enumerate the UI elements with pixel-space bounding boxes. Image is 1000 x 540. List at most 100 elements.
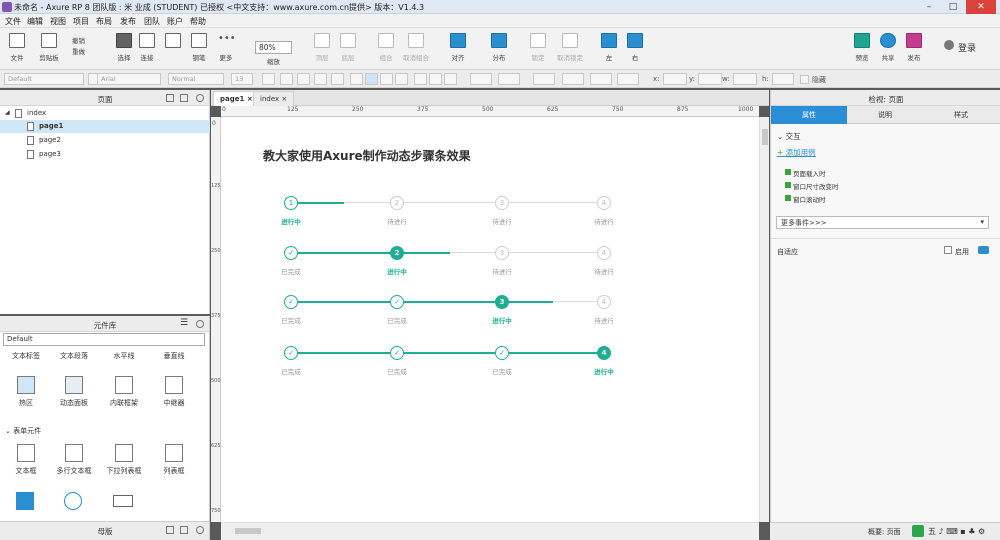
line-width-icon[interactable] bbox=[562, 73, 584, 85]
vertical-scrollbar[interactable] bbox=[759, 117, 769, 522]
design-canvas[interactable]: 教大家使用Axure制作动态步骤条效果 1 进行中 2 待进行 3 待进行 4 待进行 ✓ 已完成… bbox=[221, 117, 759, 522]
adaptive-views-icon[interactable] bbox=[978, 246, 989, 254]
italic-icon[interactable] bbox=[297, 73, 310, 85]
distribute-button[interactable]: 分布 bbox=[482, 31, 516, 67]
clipboard-button[interactable]: 剪贴板 bbox=[32, 31, 66, 67]
underline-icon[interactable] bbox=[314, 73, 327, 85]
shadow-icon[interactable] bbox=[498, 73, 520, 85]
add-case-link[interactable]: + 添加用例 bbox=[777, 147, 816, 158]
fill-color-icon[interactable] bbox=[470, 73, 492, 85]
w-input[interactable] bbox=[733, 73, 757, 85]
step-circle[interactable]: 3 bbox=[495, 246, 509, 260]
font-size-select[interactable]: 13 bbox=[231, 73, 253, 85]
step-circle[interactable]: 4 bbox=[597, 346, 611, 360]
page-tree-item-page2[interactable]: page2 bbox=[0, 134, 210, 147]
interaction-section-header[interactable]: ⌄ 交互 bbox=[777, 131, 801, 142]
zoom-select[interactable]: 80% bbox=[255, 41, 292, 54]
maximize-button[interactable]: □ bbox=[942, 0, 964, 14]
tab-properties[interactable]: 属性 bbox=[771, 106, 847, 124]
submit-button-widget-icon[interactable] bbox=[113, 495, 133, 507]
step-circle[interactable]: ✓ bbox=[284, 346, 298, 360]
x-input[interactable] bbox=[663, 73, 687, 85]
tab-index[interactable]: index × bbox=[253, 91, 295, 106]
search-icon[interactable] bbox=[196, 320, 204, 328]
step-circle[interactable]: ✓ bbox=[284, 295, 298, 309]
file-button[interactable]: 文件 bbox=[0, 31, 34, 67]
add-page-icon[interactable] bbox=[166, 94, 174, 102]
page-tree-item-page1[interactable]: page1 bbox=[0, 120, 210, 133]
tab-style[interactable]: 样式 bbox=[923, 106, 999, 124]
step-circle[interactable]: 2 bbox=[390, 246, 404, 260]
ime-toolbar-icon[interactable]: 五 ♪ ⌨ ▪ ♣ ⚙ bbox=[928, 526, 985, 537]
page-tree-item-page3[interactable]: page3 bbox=[0, 148, 210, 161]
widget-text-paragraph[interactable]: 文本段落 bbox=[48, 351, 100, 361]
ungroup-button[interactable]: 取消组合 bbox=[399, 31, 433, 67]
font-select[interactable]: Arial bbox=[97, 73, 161, 85]
ime-icon[interactable] bbox=[912, 525, 924, 537]
step-circle[interactable]: ✓ bbox=[284, 246, 298, 260]
line-style-icon[interactable] bbox=[590, 73, 612, 85]
hidden-checkbox[interactable] bbox=[800, 75, 809, 84]
step-circle[interactable]: 1 bbox=[284, 196, 298, 210]
y-input[interactable] bbox=[698, 73, 722, 85]
align-center-icon[interactable] bbox=[365, 73, 378, 85]
scroll-thumb[interactable] bbox=[235, 528, 261, 534]
more-button[interactable]: ••• 更多 bbox=[209, 31, 243, 67]
menu-help[interactable]: 帮助 bbox=[190, 16, 206, 27]
widget-list-box[interactable]: 列表框 bbox=[148, 444, 200, 476]
event-page-load[interactable]: 页面载入时 bbox=[785, 168, 826, 178]
collapse-arrow-icon[interactable]: ◢ bbox=[5, 109, 10, 116]
right-button[interactable]: 右 bbox=[618, 31, 652, 67]
valign-bottom-icon[interactable] bbox=[444, 73, 457, 85]
bold-icon[interactable] bbox=[280, 73, 293, 85]
page-tree-item-index[interactable]: ◢ index bbox=[0, 107, 210, 120]
menu-account[interactable]: 账户 bbox=[167, 16, 183, 27]
h-input[interactable] bbox=[772, 73, 794, 85]
widget-inline-frame[interactable]: 内联框架 bbox=[98, 376, 150, 408]
add-folder-icon[interactable] bbox=[180, 94, 188, 102]
checkbox-widget-icon[interactable] bbox=[16, 492, 34, 510]
search-icon[interactable] bbox=[196, 526, 204, 534]
align-button[interactable]: 对齐 bbox=[441, 31, 475, 67]
menu-edit[interactable]: 编辑 bbox=[27, 16, 43, 27]
font-weight-select[interactable]: Normal bbox=[168, 73, 224, 85]
close-button[interactable]: ✕ bbox=[966, 0, 996, 14]
step-circle[interactable]: 3 bbox=[495, 295, 509, 309]
widget-horizontal-line[interactable]: 水平线 bbox=[98, 351, 150, 361]
menu-publish[interactable]: 发布 bbox=[120, 16, 136, 27]
undo-button[interactable]: 撤销 bbox=[72, 35, 85, 45]
step-circle[interactable]: 4 bbox=[597, 246, 611, 260]
justify-icon[interactable] bbox=[395, 73, 408, 85]
login-button[interactable]: 登录 bbox=[958, 41, 976, 54]
publish-button[interactable]: 发布 bbox=[897, 31, 931, 67]
more-events-select[interactable]: 更多事件>>> ▾ bbox=[776, 216, 989, 229]
widget-text-area[interactable]: 多行文本框 bbox=[48, 444, 100, 476]
bullet-icon[interactable] bbox=[331, 73, 344, 85]
widget-vertical-line[interactable]: 垂直线 bbox=[148, 351, 200, 361]
enable-checkbox[interactable] bbox=[944, 246, 952, 254]
font-color-icon[interactable] bbox=[262, 73, 275, 85]
valign-middle-icon[interactable] bbox=[429, 73, 442, 85]
arrow-style-icon[interactable] bbox=[617, 73, 639, 85]
add-folder-icon[interactable] bbox=[180, 526, 188, 534]
tab-notes[interactable]: 说明 bbox=[847, 106, 923, 124]
widget-text-field[interactable]: 文本框 bbox=[0, 444, 52, 476]
scroll-thumb[interactable] bbox=[762, 129, 768, 145]
widget-repeater[interactable]: 中继器 bbox=[148, 376, 200, 408]
line-color-icon[interactable] bbox=[533, 73, 555, 85]
horizontal-scrollbar[interactable] bbox=[221, 522, 759, 540]
widget-dynamic-panel[interactable]: 动态面板 bbox=[48, 376, 100, 408]
form-section-header[interactable]: ⌄ 表单元件 bbox=[5, 426, 41, 436]
step-circle[interactable]: 4 bbox=[597, 196, 611, 210]
menu-view[interactable]: 视图 bbox=[50, 16, 66, 27]
style-select[interactable]: Default bbox=[4, 73, 84, 85]
widget-text-label[interactable]: 文本标签 bbox=[0, 351, 52, 361]
send-to-back-button[interactable]: 底层 bbox=[331, 31, 365, 67]
minimize-button[interactable]: – bbox=[918, 0, 940, 14]
redo-button[interactable]: 重做 bbox=[72, 46, 85, 56]
close-icon[interactable]: × bbox=[247, 95, 253, 103]
group-button[interactable]: 组合 bbox=[369, 31, 403, 67]
widget-droplist[interactable]: 下拉列表框 bbox=[98, 444, 150, 476]
align-left-icon[interactable] bbox=[350, 73, 363, 85]
step-circle[interactable]: ✓ bbox=[390, 346, 404, 360]
